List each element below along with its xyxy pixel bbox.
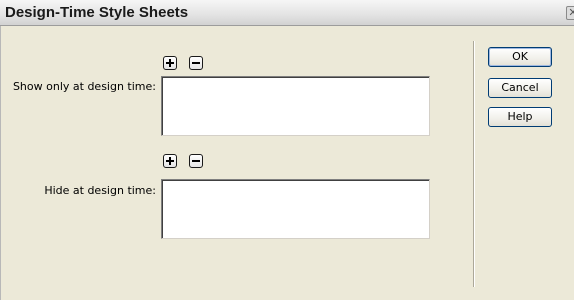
add-show-sheet-button[interactable] bbox=[163, 56, 177, 70]
dialog-title: Design-Time Style Sheets bbox=[5, 4, 189, 21]
plus-icon bbox=[166, 157, 174, 165]
help-button[interactable]: Help bbox=[488, 107, 552, 127]
vertical-separator bbox=[473, 41, 475, 287]
ok-button[interactable]: OK bbox=[488, 47, 552, 67]
remove-show-sheet-button[interactable] bbox=[189, 56, 203, 70]
minus-icon bbox=[192, 160, 200, 162]
remove-hide-sheet-button[interactable] bbox=[189, 154, 203, 168]
plus-icon bbox=[166, 59, 174, 67]
show-design-time-label: Show only at design time: bbox=[12, 80, 156, 93]
add-hide-sheet-button[interactable] bbox=[163, 154, 177, 168]
title-bar[interactable]: Design-Time Style Sheets ✕ bbox=[0, 0, 574, 26]
hide-design-time-list[interactable] bbox=[161, 179, 430, 239]
close-button[interactable]: ✕ bbox=[566, 6, 574, 20]
hide-design-time-label: Hide at design time: bbox=[44, 184, 156, 197]
close-icon: ✕ bbox=[568, 6, 574, 19]
cancel-button[interactable]: Cancel bbox=[488, 78, 552, 98]
show-design-time-list[interactable] bbox=[161, 76, 430, 136]
minus-icon bbox=[192, 62, 200, 64]
dialog-body: Show only at design time: Hide at design… bbox=[0, 26, 574, 300]
